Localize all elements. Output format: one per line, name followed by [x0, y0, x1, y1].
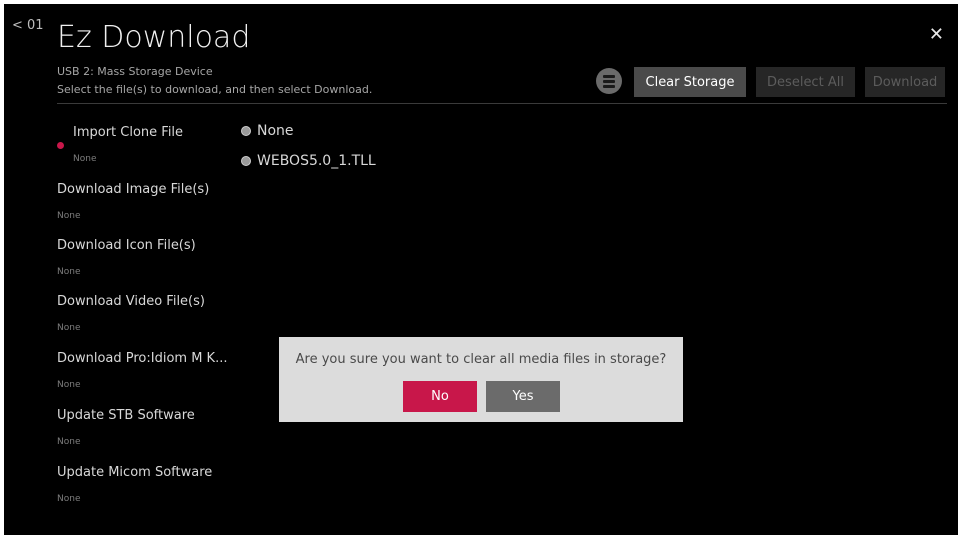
menu-item-label: Update STB Software — [57, 408, 195, 423]
radio-label: WEBOS5.0_1.TLL — [257, 153, 376, 169]
storage-icon[interactable] — [596, 68, 622, 94]
menu-item-micom[interactable]: Update Micom Software None — [57, 465, 212, 504]
back-button[interactable]: < 01 — [12, 18, 44, 33]
menu-item-value: None — [57, 211, 81, 221]
confirm-dialog: Are you sure you want to clear all media… — [279, 337, 683, 422]
menu-item-label: Download Pro:Idiom M K... — [57, 351, 228, 366]
menu-item-value: None — [57, 437, 81, 447]
instruction-text: Select the file(s) to download, and then… — [57, 83, 373, 96]
radio-label: None — [257, 123, 294, 139]
clear-storage-button[interactable]: Clear Storage — [634, 67, 746, 97]
menu-item-value: None — [73, 154, 97, 164]
menu-item-value: None — [57, 494, 81, 504]
no-button[interactable]: No — [403, 381, 477, 412]
menu-item-value: None — [57, 267, 81, 277]
deselect-all-button[interactable]: Deselect All — [756, 67, 855, 97]
menu-item-proidiom[interactable]: Download Pro:Idiom M K... None — [57, 351, 227, 390]
menu-item-label: Download Image File(s) — [57, 182, 210, 197]
menu-item-icon[interactable]: Download Icon File(s) None — [57, 238, 196, 277]
download-button[interactable]: Download — [865, 67, 945, 97]
menu-item-label: Update Micom Software — [57, 465, 213, 480]
menu-item-value: None — [57, 323, 81, 333]
selected-indicator — [57, 142, 64, 149]
ez-download-screen: < 01 Ez Download ✕ USB 2: Mass Storage D… — [4, 4, 958, 535]
radio-option-webos[interactable]: WEBOS5.0_1.TLL — [241, 153, 376, 169]
page-title: Ez Download — [57, 20, 251, 55]
menu-item-stb[interactable]: Update STB Software None — [57, 408, 195, 447]
menu-item-import-clone[interactable]: Import Clone File None — [73, 125, 183, 164]
device-name: USB 2: Mass Storage Device — [57, 65, 213, 78]
dialog-message: Are you sure you want to clear all media… — [295, 352, 667, 367]
radio-icon — [241, 156, 251, 166]
radio-option-none[interactable]: None — [241, 123, 294, 139]
menu-item-value: None — [57, 380, 81, 390]
header-divider — [57, 103, 947, 104]
yes-button[interactable]: Yes — [486, 381, 560, 412]
menu-item-video[interactable]: Download Video File(s) None — [57, 294, 205, 333]
menu-item-label: Download Video File(s) — [57, 294, 205, 309]
close-icon[interactable]: ✕ — [929, 24, 944, 45]
menu-item-label: Import Clone File — [73, 125, 184, 140]
radio-icon — [241, 126, 251, 136]
menu-item-image[interactable]: Download Image File(s) None — [57, 182, 209, 221]
menu-item-label: Download Icon File(s) — [57, 238, 196, 253]
